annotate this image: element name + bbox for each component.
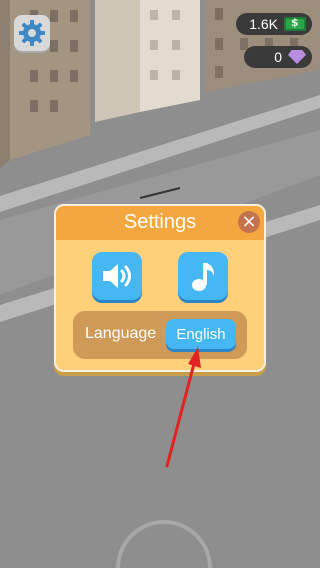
settings-dialog: Settings × Language English [54,204,266,372]
music-toggle-button[interactable] [178,252,228,300]
gear-icon [19,20,45,46]
dialog-title: Settings [123,210,197,233]
settings-button[interactable] [14,15,50,51]
gem-icon [288,50,306,64]
language-button[interactable]: English [166,319,236,349]
language-label: Language [85,325,157,342]
language-panel: Language English [73,311,247,359]
cash-value: 1.6K [249,16,278,32]
sound-toggle-button[interactable] [92,252,142,300]
gems-value: 0 [274,49,282,65]
cash-counter: 1.6K [236,13,312,35]
close-icon: × [241,211,257,232]
close-button[interactable]: × [238,211,260,233]
speaker-icon [103,264,131,288]
cash-icon [284,16,306,31]
gems-counter: 0 [244,46,312,68]
dialog-header: Settings × [54,204,266,240]
music-note-icon [192,263,215,291]
